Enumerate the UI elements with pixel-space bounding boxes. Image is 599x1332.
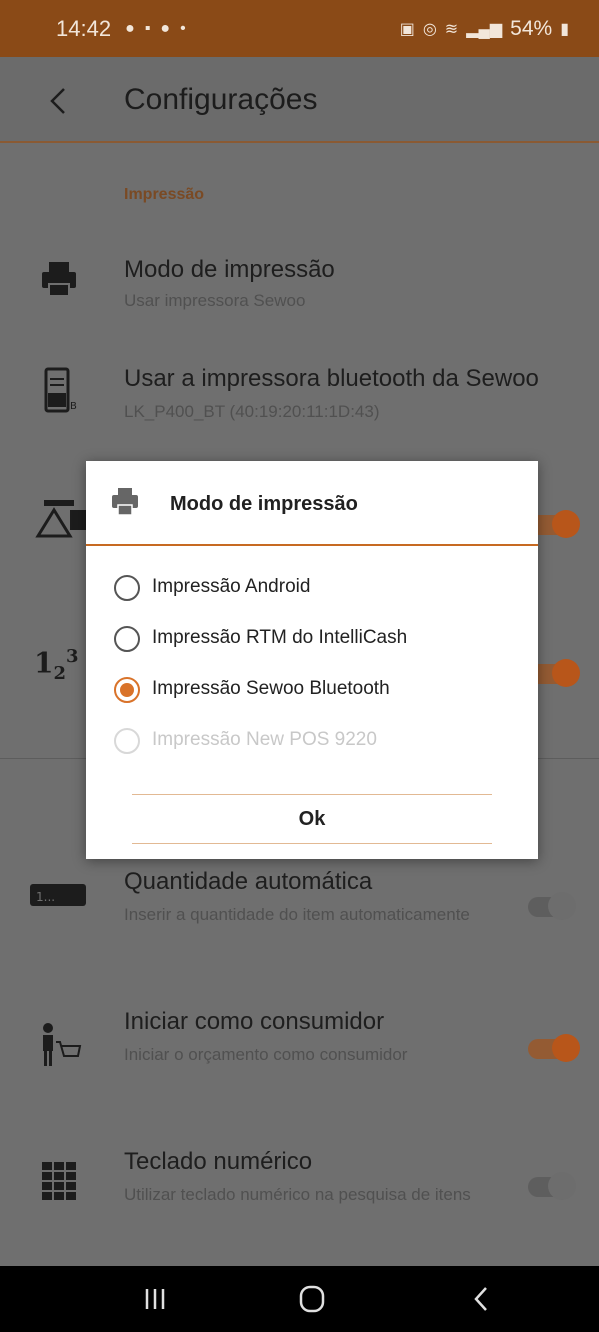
bluetooth-printer-icon: B bbox=[44, 367, 77, 413]
messenger-icon: ● bbox=[160, 19, 171, 37]
lock-icon: ▣ bbox=[399, 20, 415, 38]
battery-percentage: 54% bbox=[510, 16, 553, 40]
option-label: Impressão RTM do IntelliCash bbox=[152, 627, 408, 648]
option-rtm-intellicash[interactable]: Impressão RTM do IntelliCash bbox=[86, 613, 538, 663]
setting-title: Quantidade automática bbox=[124, 868, 373, 895]
system-icons: ▣ ◎ ≋ ▂▄▆ 54% ▮ bbox=[400, 17, 569, 41]
print-mode-dialog: Modo de impressão Impressão Android Impr… bbox=[86, 461, 538, 859]
navigation-bar bbox=[0, 1266, 599, 1332]
svg-text:B: B bbox=[70, 401, 77, 412]
setting-print-mode[interactable]: Modo de impressão Usar impressora Sewoo bbox=[0, 240, 599, 330]
status-time: 14:42 bbox=[56, 15, 112, 41]
setting-title: Teclado numérico bbox=[124, 1148, 313, 1175]
setting-subtitle: Utilizar teclado numérico na pesquisa de… bbox=[124, 1185, 471, 1204]
radio-button-selected[interactable] bbox=[114, 677, 140, 703]
ok-bottom-divider bbox=[132, 843, 492, 844]
app-bar: Configurações bbox=[0, 57, 599, 143]
radio-button[interactable] bbox=[114, 575, 140, 601]
setting-auto-quantity[interactable]: 1... Quantidade automática Inserir a qua… bbox=[0, 860, 599, 960]
setting-subtitle: Iniciar o orçamento como consumidor bbox=[124, 1045, 408, 1064]
dialog-title: Modo de impressão bbox=[170, 493, 358, 515]
numeric-keypad-icon bbox=[42, 1162, 76, 1200]
numbering-icon: 123 bbox=[34, 646, 79, 684]
printer-icon bbox=[42, 262, 76, 297]
page-title: Configurações bbox=[124, 83, 318, 116]
radio-button[interactable] bbox=[114, 626, 140, 652]
setting-subtitle: Inserir a quantidade do item automaticam… bbox=[124, 905, 470, 924]
toggle-numeric-keypad[interactable] bbox=[520, 1170, 582, 1200]
setting-bluetooth-printer[interactable]: B Usar a impressora bluetooth da Sewoo L… bbox=[0, 345, 599, 435]
gallery-icon: ▪ bbox=[144, 19, 151, 37]
section-header-impressao: Impressão bbox=[124, 186, 205, 203]
option-label: Impressão Android bbox=[152, 576, 311, 597]
toggle-knob bbox=[548, 1172, 576, 1200]
radio-button-disabled bbox=[114, 728, 140, 754]
keyboard-number-icon: 1... bbox=[30, 884, 86, 906]
setting-title: Usar a impressora bluetooth da Sewoo bbox=[124, 365, 539, 392]
toggle-knob bbox=[552, 510, 580, 538]
status-bar: 14:42 ● ▪ ● • ▣ ◎ ≋ ▂▄▆ 54% ▮ bbox=[0, 0, 599, 57]
printer-icon bbox=[112, 488, 138, 516]
dot-icon: • bbox=[180, 19, 186, 37]
option-new-pos-9220: Impressão New POS 9220 bbox=[86, 715, 538, 765]
dialog-header: Modo de impressão bbox=[86, 461, 538, 546]
option-android[interactable]: Impressão Android bbox=[86, 562, 538, 612]
setting-start-consumer[interactable]: Iniciar como consumidor Iniciar o orçame… bbox=[0, 1000, 599, 1100]
svg-text:1...: 1... bbox=[36, 890, 55, 904]
setting-subtitle: Usar impressora Sewoo bbox=[124, 291, 306, 310]
messenger-icon: ● bbox=[125, 19, 135, 37]
option-label: Impressão Sewoo Bluetooth bbox=[152, 678, 390, 699]
battery-icon: ▮ bbox=[560, 20, 569, 38]
toggle-knob bbox=[552, 1034, 580, 1062]
printer-warning-icon bbox=[35, 500, 88, 538]
home-icon[interactable] bbox=[298, 1284, 326, 1314]
option-sewoo-bluetooth[interactable]: Impressão Sewoo Bluetooth bbox=[86, 664, 538, 714]
wifi-icon: ≋ bbox=[444, 20, 459, 38]
setting-numeric-keypad[interactable]: Teclado numérico Utilizar teclado numéri… bbox=[0, 1140, 599, 1240]
toggle-start-consumer[interactable] bbox=[520, 1032, 582, 1062]
toggle-auto-quantity[interactable] bbox=[520, 890, 582, 920]
notification-icons: ● ▪ ● • bbox=[125, 20, 186, 38]
toggle-knob bbox=[552, 659, 580, 687]
setting-subtitle: LK_P400_BT (40:19:20:11:1D:43) bbox=[124, 402, 380, 421]
alarm-icon: ◎ bbox=[422, 20, 437, 38]
ok-button[interactable]: Ok bbox=[132, 796, 492, 842]
option-label: Impressão New POS 9220 bbox=[152, 729, 377, 750]
recent-apps-icon[interactable] bbox=[142, 1286, 168, 1312]
ok-top-divider bbox=[132, 794, 492, 795]
signal-icon: ▂▄▆ bbox=[466, 20, 503, 38]
back-icon[interactable] bbox=[470, 1284, 494, 1314]
setting-title: Iniciar como consumidor bbox=[124, 1008, 385, 1035]
toggle-knob bbox=[548, 892, 576, 920]
setting-title: Modo de impressão bbox=[124, 256, 335, 283]
consumer-cart-icon bbox=[43, 1023, 82, 1066]
back-arrow-icon[interactable] bbox=[42, 81, 76, 121]
